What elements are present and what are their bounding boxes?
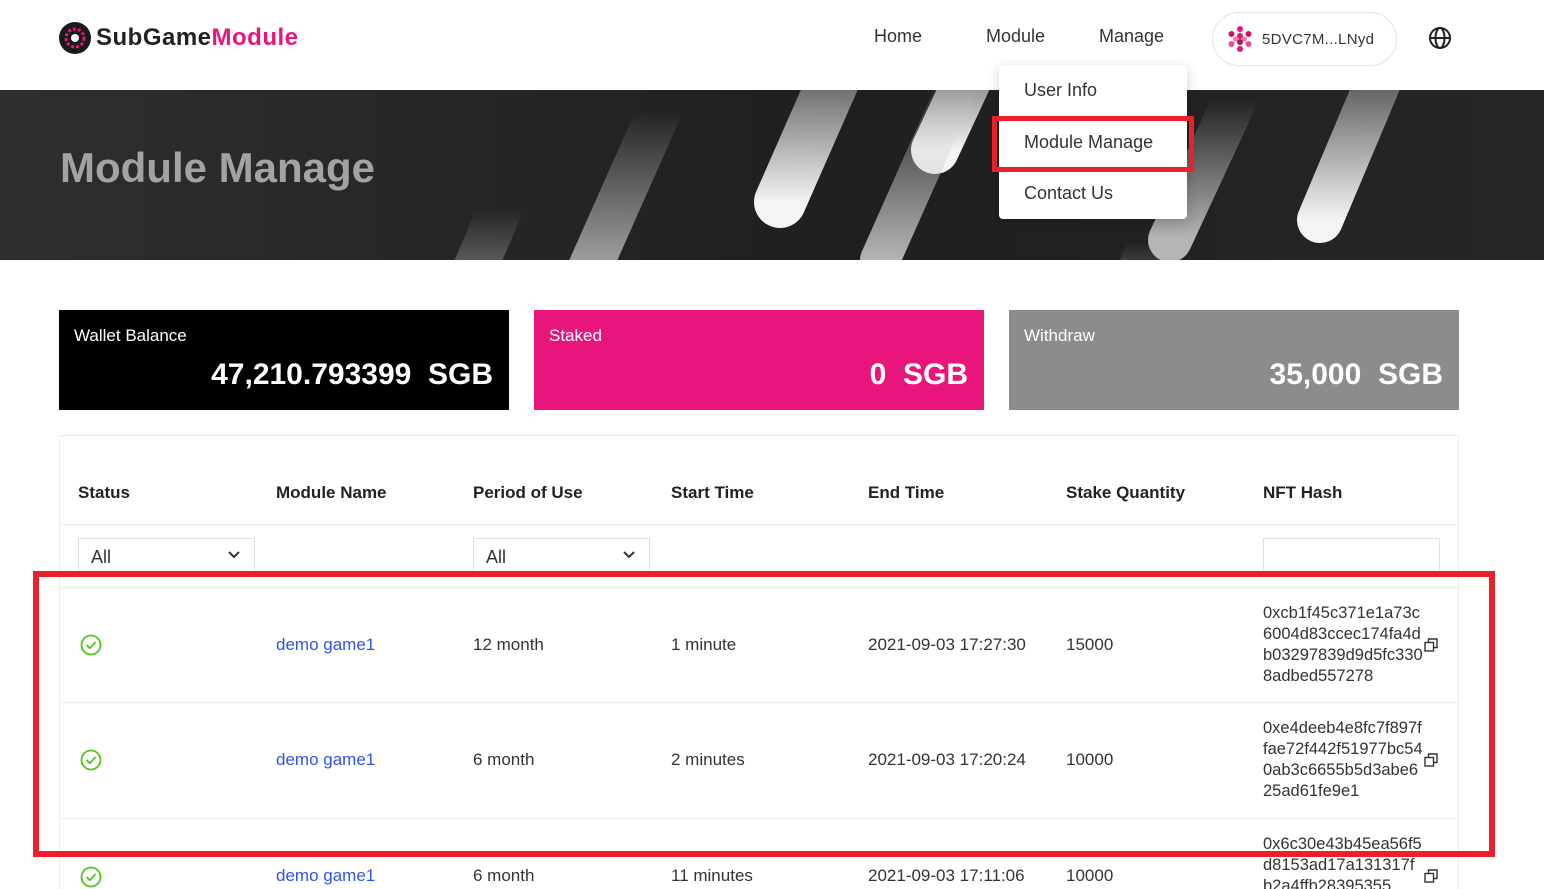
card-value: 47,210.793399 SGB xyxy=(211,358,493,391)
logo-text: SubGameModule xyxy=(96,24,299,51)
status-filter-value: All xyxy=(91,547,112,567)
withdraw-card[interactable]: Withdraw 35,000 SGB xyxy=(1009,310,1459,410)
stake-quantity-cell: 10000 xyxy=(1066,866,1114,885)
subgame-logo[interactable]: SubGameModule xyxy=(58,20,299,56)
module-name-link[interactable]: demo game1 xyxy=(276,866,375,886)
nav-module[interactable]: Module xyxy=(986,26,1045,47)
staked-card: Staked 0 SGB xyxy=(534,310,984,410)
column-header-end-time: End Time xyxy=(868,483,945,502)
polkadot-identicon-icon xyxy=(1228,26,1252,52)
menu-item-contact-us[interactable]: Contact Us xyxy=(1024,183,1113,204)
nav-manage[interactable]: Manage xyxy=(1099,26,1164,47)
period-cell: 6 month xyxy=(473,866,535,885)
card-label: Wallet Balance xyxy=(74,326,187,345)
chevron-down-icon xyxy=(228,551,240,559)
column-header-start-time: Start Time xyxy=(671,483,754,502)
end-time-cell: 2021-09-03 17:11:06 xyxy=(868,866,1025,885)
menu-item-user-info[interactable]: User Info xyxy=(1024,80,1097,101)
start-time-cell: 11 minutes xyxy=(671,866,753,885)
nav-home[interactable]: Home xyxy=(874,26,922,47)
account-address: 5DVC7M...LNyd xyxy=(1262,30,1375,48)
column-header-stake-quantity: Stake Quantity xyxy=(1066,483,1186,502)
card-label: Staked xyxy=(549,326,602,345)
top-header: SubGameModule Home Module Manage 5DVC7M.… xyxy=(0,0,1544,90)
chevron-down-icon xyxy=(623,551,635,559)
wallet-balance-card: Wallet Balance 47,210.793399 SGB xyxy=(59,310,509,410)
logo-icon xyxy=(59,22,91,54)
globe-icon[interactable] xyxy=(1428,26,1452,50)
account-button[interactable]: 5DVC7M...LNyd xyxy=(1212,12,1397,66)
header-divider xyxy=(60,524,1458,525)
card-value: 0 SGB xyxy=(869,358,968,391)
nft-hash-filter-input[interactable] xyxy=(1263,538,1440,574)
check-circle-icon xyxy=(80,866,102,888)
menu-highlight-box xyxy=(992,116,1194,172)
copy-icon[interactable] xyxy=(1424,869,1438,883)
card-label: Withdraw xyxy=(1024,326,1095,345)
period-filter-select[interactable]: All xyxy=(473,538,650,574)
page-title: Module Manage xyxy=(60,144,376,191)
column-header-module-name: Module Name xyxy=(276,483,387,502)
column-header-nft-hash: NFT Hash xyxy=(1263,483,1343,502)
status-filter-select[interactable]: All xyxy=(78,538,255,574)
card-value: 35,000 SGB xyxy=(1269,358,1443,391)
column-header-period: Period of Use xyxy=(473,483,583,502)
rows-highlight-box xyxy=(33,571,1495,857)
page-banner: Module Manage xyxy=(0,90,1544,260)
column-header-status: Status xyxy=(78,483,130,502)
period-filter-value: All xyxy=(486,547,507,567)
